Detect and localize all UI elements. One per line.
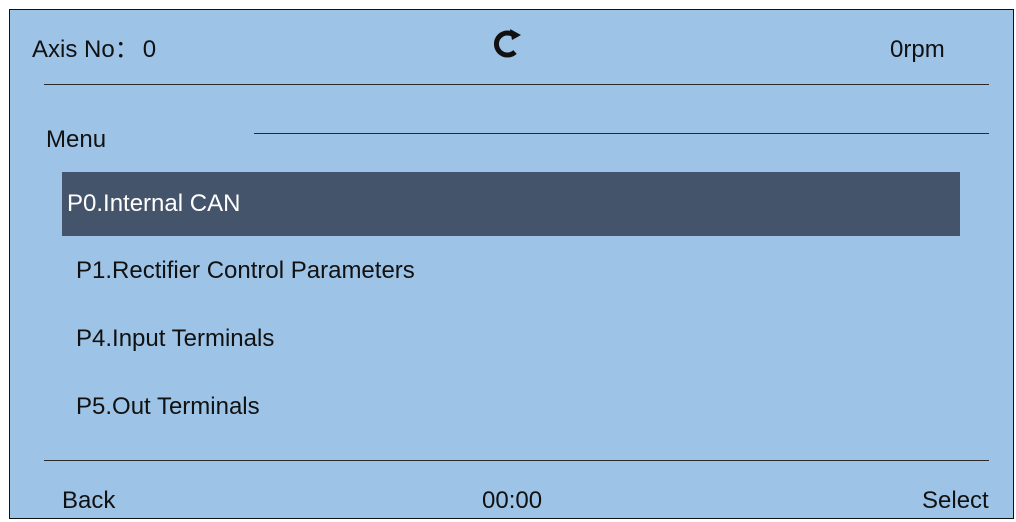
- hmi-screen: Axis No： 0 0rpm Menu P0.Internal CAN P1.R…: [9, 9, 1014, 519]
- axis-indicator: Axis No： 0: [32, 36, 156, 64]
- footer-divider: [44, 460, 989, 461]
- clock-display: 00:00: [482, 487, 543, 514]
- axis-value: 0: [142, 36, 157, 63]
- menu-item-p4-input-terminals[interactable]: P4.Input Terminals: [62, 307, 960, 371]
- speed-readout: 0rpm: [890, 36, 945, 63]
- menu-title: Menu: [46, 126, 107, 153]
- menu-item-p1-rectifier-control-parameters[interactable]: P1.Rectifier Control Parameters: [62, 239, 960, 303]
- menu-title-rule: [254, 133, 989, 134]
- menu-item-p0-internal-can[interactable]: P0.Internal CAN: [62, 172, 960, 236]
- select-button[interactable]: Select: [922, 487, 989, 515]
- header-divider: [44, 84, 989, 85]
- menu-item-label: P5.Out Terminals: [76, 393, 260, 420]
- menu-item-label: P1.Rectifier Control Parameters: [76, 257, 415, 284]
- menu-item-label: P4.Input Terminals: [76, 325, 275, 352]
- axis-label: Axis No：: [32, 36, 139, 63]
- menu-item-label: P0.Internal CAN: [67, 190, 241, 217]
- back-button[interactable]: Back: [62, 487, 115, 515]
- menu-item-p5-out-terminals[interactable]: P5.Out Terminals: [62, 375, 960, 439]
- refresh-icon[interactable]: [490, 26, 524, 60]
